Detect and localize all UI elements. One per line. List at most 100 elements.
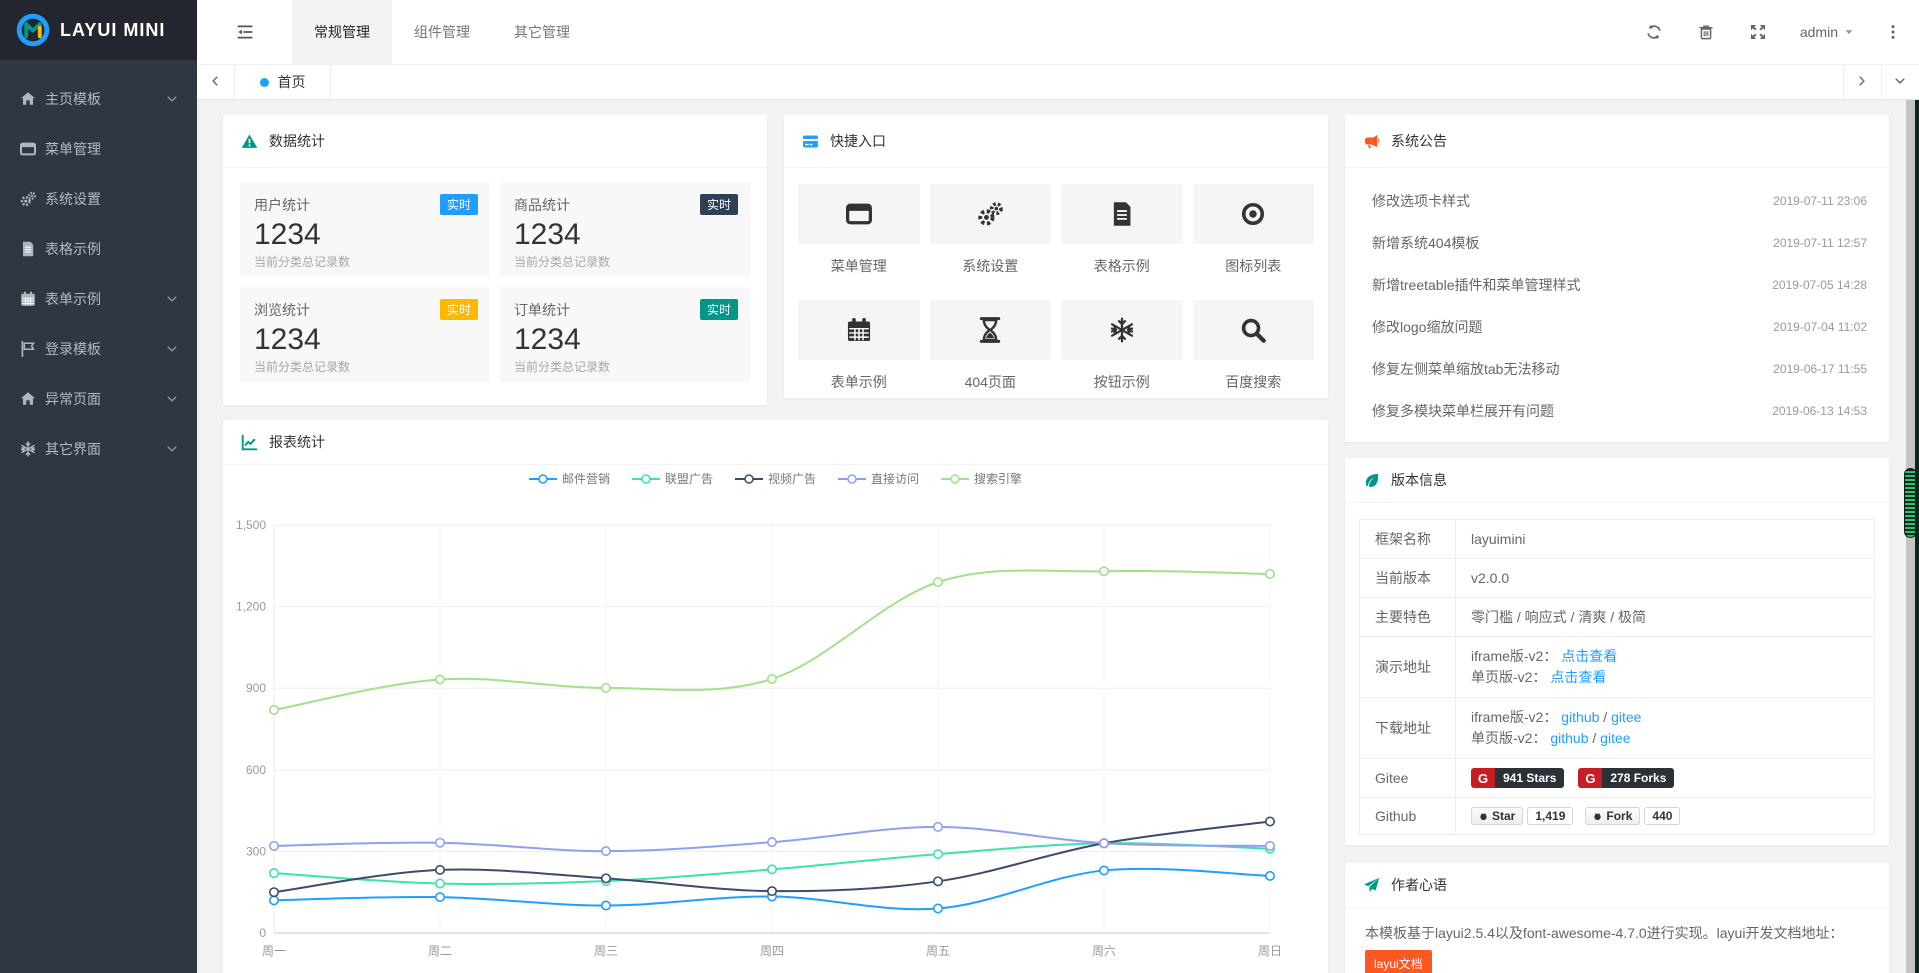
sidebar-collapse-button[interactable] [197, 0, 292, 64]
legend-label: 邮件营销 [562, 470, 610, 487]
octocat-icon [1593, 810, 1606, 823]
tabs-dropdown-button[interactable] [1881, 65, 1919, 99]
tab-home[interactable]: 首页 [235, 65, 331, 99]
sidebar-item-0[interactable]: 主页模板 [0, 74, 197, 124]
tabs-scroll-left-button[interactable] [197, 65, 235, 99]
fullscreen-icon[interactable] [1750, 24, 1766, 40]
legend-item-4[interactable]: 搜索引擎 [941, 470, 1022, 487]
stat-box-2[interactable]: 浏览统计1234当前分类总记录数实时 [240, 287, 490, 382]
gears-icon [977, 201, 1003, 227]
layui-doc-badge[interactable]: layui文档 [1365, 950, 1432, 973]
stat-box-1[interactable]: 商品统计1234当前分类总记录数实时 [500, 182, 750, 277]
navbar-tab-1[interactable]: 组件管理 [392, 0, 492, 64]
sidebar-item-3[interactable]: 表格示例 [0, 224, 197, 274]
card-system-notice: 系统公告 修改选项卡样式2019-07-11 23:06新增系统404模板201… [1345, 115, 1889, 442]
navbar-tab-2[interactable]: 其它管理 [492, 0, 592, 64]
sidebar-item-5[interactable]: 登录模板 [0, 324, 197, 374]
gitee-badge[interactable]: G941 Stars [1471, 768, 1564, 788]
link-点击查看[interactable]: 点击查看 [1550, 669, 1606, 685]
sidebar-item-label: 表格示例 [45, 239, 179, 259]
notice-date: 2019-07-11 12:57 [1773, 236, 1867, 250]
card-report-statistics: 报表统计 邮件营销联盟广告视频广告直接访问搜索引擎 03006009001,20… [223, 420, 1328, 973]
link-github[interactable]: github [1550, 730, 1588, 746]
notice-text: 修复左侧菜单缩放tab无法移动 [1372, 359, 1761, 379]
quick-entry-label: 图标列表 [1193, 256, 1315, 276]
version-label: 演示地址 [1360, 637, 1456, 698]
sidebar-item-label: 登录模板 [45, 339, 165, 359]
stat-box-3[interactable]: 订单统计1234当前分类总记录数实时 [500, 287, 750, 382]
quick-entry-0[interactable]: 菜单管理 [798, 184, 920, 276]
svg-text:周五: 周五 [926, 944, 950, 958]
svg-text:1,200: 1,200 [236, 600, 266, 614]
app-logo[interactable]: LAYUI MINI [0, 0, 197, 60]
version-label: 主要特色 [1360, 598, 1456, 637]
more-options-icon[interactable] [1885, 24, 1901, 40]
active-tab-dot [260, 78, 269, 87]
version-row-6: GithubStar1,419Fork440 [1360, 798, 1875, 835]
card-quick-entry: 快捷入口 菜单管理系统设置表格示例图标列表表单示例404页面按钮示例百度搜索 [784, 115, 1328, 398]
link-点击查看[interactable]: 点击查看 [1561, 648, 1617, 664]
logo-icon [16, 13, 50, 47]
card-title: 作者心语 [1391, 875, 1447, 895]
gitee-badge[interactable]: G278 Forks [1578, 768, 1674, 788]
quick-entry-7[interactable]: 百度搜索 [1193, 300, 1315, 392]
quick-entry-4[interactable]: 表单示例 [798, 300, 920, 392]
stat-desc: 当前分类总记录数 [514, 253, 736, 270]
sidebar-item-1[interactable]: 菜单管理 [0, 124, 197, 174]
notice-row-2: 新增treetable插件和菜单管理样式2019-07-05 14:28 [1345, 264, 1889, 306]
version-row-1: 当前版本 v2.0.0 [1360, 559, 1875, 598]
legend-label: 联盟广告 [665, 470, 713, 487]
legend-label: 直接访问 [871, 470, 919, 487]
notice-text: 新增系统404模板 [1372, 233, 1761, 253]
notice-row-1: 新增系统404模板 2019-07-11 12:57 [1345, 222, 1889, 264]
github-fork-button[interactable]: Fork [1585, 807, 1640, 825]
github-count[interactable]: 440 [1644, 807, 1680, 825]
quick-entry-1[interactable]: 系统设置 [930, 184, 1052, 276]
stat-box-0[interactable]: 用户统计1234当前分类总记录数实时 [240, 182, 490, 277]
link-gitee[interactable]: gitee [1611, 709, 1641, 725]
stat-desc: 当前分类总记录数 [254, 253, 476, 270]
quick-entry-2[interactable]: 表格示例 [1061, 184, 1183, 276]
sidebar: LAYUI MINI 主页模板菜单管理系统设置表格示例表单示例登录模板异常页面其… [0, 0, 197, 973]
sidebar-item-4[interactable]: 表单示例 [0, 274, 197, 324]
caret-down-icon [1843, 26, 1855, 38]
navbar-tab-0[interactable]: 常规管理 [292, 0, 392, 64]
clear-cache-trash-icon[interactable] [1698, 24, 1714, 40]
sidebar-item-2[interactable]: 系统设置 [0, 174, 197, 224]
version-value: v2.0.0 [1471, 570, 1509, 586]
version-row-2: 主要特色零门槛 / 响应式 / 清爽 / 极简 [1360, 598, 1875, 637]
version-label: 当前版本 [1360, 559, 1456, 598]
gears-icon [20, 191, 36, 207]
legend-item-1[interactable]: 联盟广告 [632, 470, 713, 487]
svg-text:600: 600 [246, 763, 266, 777]
tab-home-label: 首页 [278, 72, 306, 92]
report-line-chart: 03006009001,2001,500周一周二周三周四周五周六周日 [223, 492, 1328, 973]
tabs-scroll-right-button[interactable] [1843, 65, 1881, 99]
user-menu[interactable]: admin [1800, 24, 1855, 40]
quick-entry-label: 菜单管理 [798, 256, 920, 276]
github-star-button[interactable]: Star [1471, 807, 1523, 825]
quick-entry-label: 表单示例 [798, 372, 920, 392]
quick-entry-5[interactable]: 404页面 [930, 300, 1052, 392]
version-label: Gitee [1360, 759, 1456, 798]
username: admin [1800, 24, 1838, 40]
quick-entry-6[interactable]: 按钮示例 [1061, 300, 1183, 392]
link-gitee[interactable]: gitee [1600, 730, 1630, 746]
sidebar-item-7[interactable]: 其它界面 [0, 424, 197, 474]
refresh-icon[interactable] [1646, 24, 1662, 40]
legend-item-0[interactable]: 邮件营销 [529, 470, 610, 487]
author-paragraph: 本模板基于layui2.5.4以及font-awesome-4.7.0进行实现。… [1365, 922, 1869, 945]
legend-item-3[interactable]: 直接访问 [838, 470, 919, 487]
legend-item-2[interactable]: 视频广告 [735, 470, 816, 487]
chevron-down-icon [165, 392, 179, 406]
sidebar-item-6[interactable]: 异常页面 [0, 374, 197, 424]
legend-marker [735, 472, 763, 486]
quick-entry-3[interactable]: 图标列表 [1193, 184, 1315, 276]
window-icon [846, 201, 872, 227]
notice-row-4: 修复左侧菜单缩放tab无法移动2019-06-17 11:55 [1345, 348, 1889, 390]
quick-entry-box [930, 300, 1052, 360]
github-count[interactable]: 1,419 [1527, 807, 1573, 825]
sidebar-item-label: 系统设置 [45, 189, 179, 209]
link-github[interactable]: github [1561, 709, 1599, 725]
version-label: 下载地址 [1360, 698, 1456, 759]
